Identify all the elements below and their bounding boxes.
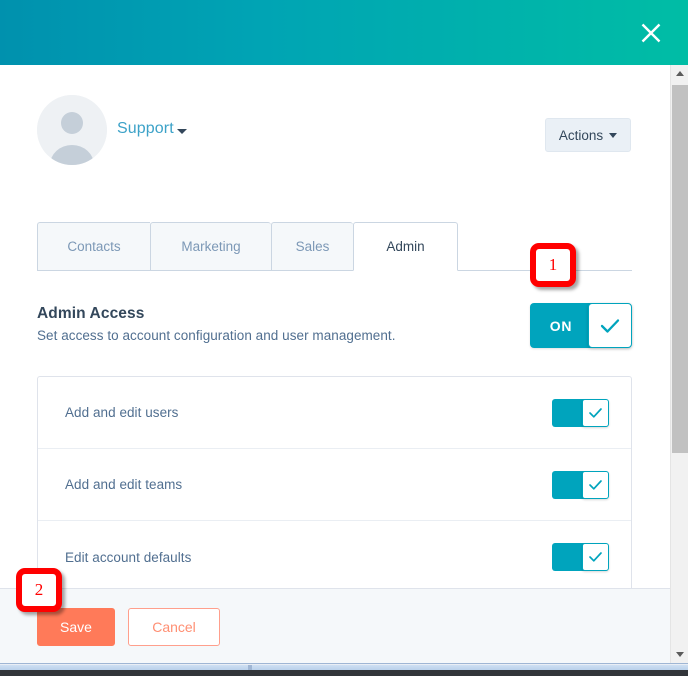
avatar-glyph bbox=[37, 95, 107, 165]
chevron-down-icon[interactable] bbox=[177, 129, 187, 134]
check-icon bbox=[589, 552, 602, 562]
toggle-knob bbox=[582, 470, 609, 499]
triangle-down-icon[interactable] bbox=[671, 646, 688, 663]
toggle-knob bbox=[582, 398, 609, 427]
actions-button-label: Actions bbox=[558, 127, 604, 143]
permission-toggle-add-edit-users[interactable] bbox=[552, 398, 609, 427]
window-bottom-chrome bbox=[0, 663, 688, 676]
cancel-button[interactable]: Cancel bbox=[128, 608, 220, 646]
tab-sales-label: Sales bbox=[295, 239, 330, 254]
vertical-scrollbar[interactable] bbox=[670, 65, 688, 663]
permission-label: Add and edit users bbox=[65, 405, 179, 420]
tab-sales[interactable]: Sales bbox=[271, 222, 353, 271]
modal-footer: Save Cancel bbox=[0, 588, 670, 663]
triangle-down-glyph bbox=[676, 652, 684, 657]
scrollbar-thumb[interactable] bbox=[672, 85, 688, 453]
annotation-badge-2-number: 2 bbox=[34, 580, 44, 599]
annotation-badge-1-number: 1 bbox=[548, 255, 558, 274]
tab-contacts[interactable]: Contacts bbox=[37, 222, 150, 271]
admin-access-toggle-state: ON bbox=[549, 317, 573, 334]
permission-list: Add and edit users Add and edit teams Ed… bbox=[37, 376, 632, 588]
window-edge bbox=[0, 670, 688, 676]
close-icon[interactable] bbox=[632, 14, 670, 52]
permission-label: Add and edit teams bbox=[65, 477, 183, 492]
permission-toggle-edit-account-defaults[interactable] bbox=[552, 543, 609, 571]
tab-marketing-label: Marketing bbox=[181, 239, 241, 254]
tab-admin[interactable]: Admin bbox=[353, 222, 458, 271]
permission-toggle-add-edit-teams[interactable] bbox=[552, 470, 609, 499]
save-button-label: Save bbox=[60, 619, 92, 635]
triangle-up-glyph bbox=[676, 71, 684, 76]
admin-access-toggle-track: ON bbox=[530, 303, 592, 348]
chevron-down-icon bbox=[609, 132, 618, 138]
user-avatar-icon bbox=[37, 95, 107, 165]
profile-row: Support Actions bbox=[0, 95, 670, 185]
admin-access-modal: Support Actions Contacts Marketing Sales bbox=[0, 0, 688, 676]
tab-contacts-label: Contacts bbox=[67, 239, 121, 254]
cancel-button-label: Cancel bbox=[152, 619, 196, 635]
table-row: Add and edit users bbox=[38, 377, 631, 449]
annotation-badge-2: 2 bbox=[16, 568, 62, 612]
modal-header-bar bbox=[0, 0, 688, 65]
check-icon bbox=[589, 479, 602, 490]
tab-admin-label: Admin bbox=[386, 239, 425, 254]
admin-access-toggle[interactable]: ON bbox=[530, 303, 632, 348]
table-row: Edit account defaults bbox=[38, 521, 631, 588]
close-glyph bbox=[641, 23, 661, 43]
save-button[interactable]: Save bbox=[37, 608, 115, 646]
admin-access-toggle-knob bbox=[588, 303, 632, 348]
tab-marketing[interactable]: Marketing bbox=[150, 222, 271, 271]
check-icon bbox=[589, 407, 602, 418]
actions-button[interactable]: Actions bbox=[545, 118, 631, 152]
tab-list: Contacts Marketing Sales Admin bbox=[37, 222, 458, 271]
profile-name-link[interactable]: Support bbox=[117, 120, 174, 138]
check-icon bbox=[600, 318, 620, 333]
annotation-badge-1: 1 bbox=[530, 243, 576, 287]
table-row: Add and edit teams bbox=[38, 449, 631, 521]
toggle-knob bbox=[582, 543, 609, 571]
modal-body: Support Actions Contacts Marketing Sales bbox=[0, 65, 670, 588]
permission-label: Edit account defaults bbox=[65, 549, 192, 565]
triangle-up-icon[interactable] bbox=[671, 65, 688, 82]
